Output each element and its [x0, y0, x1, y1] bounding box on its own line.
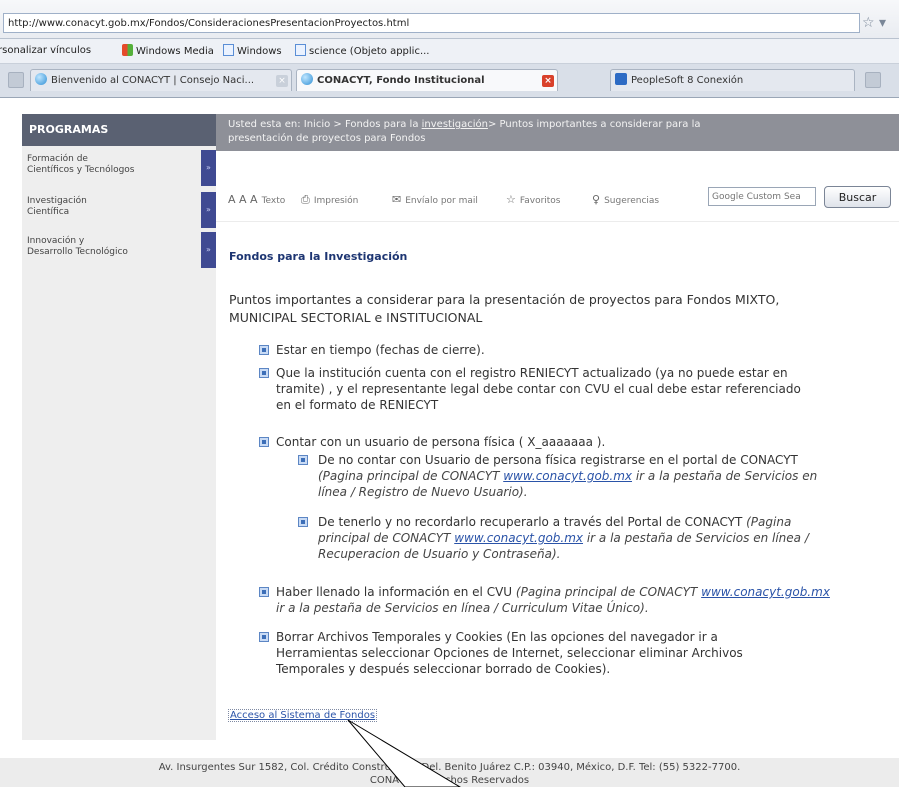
page-icon — [223, 44, 234, 56]
url-field[interactable]: http://www.conacyt.gob.mx/Fondos/Conside… — [3, 13, 860, 33]
email-button[interactable]: ✉ Envíalo por mail — [392, 193, 478, 206]
list-item: De no contar con Usuario de persona físi… — [318, 453, 818, 499]
bookmark-personalize[interactable]: rsonalizar vínculos — [0, 44, 91, 58]
bookmark-science[interactable]: science (Objeto applic... — [295, 44, 430, 58]
bookmark-windows[interactable]: Windows — [223, 44, 282, 58]
peoplesoft-icon — [615, 73, 627, 85]
list-item: Borrar Archivos Temporales y Cookies (En… — [276, 630, 743, 676]
list-item: Haber llenado la información en el CVU (… — [276, 585, 830, 615]
sidebar-item-formacion[interactable]: Formación de Científicos y Tecnólogos » — [22, 150, 216, 186]
ie-globe-icon — [35, 73, 47, 85]
page-icon — [295, 44, 306, 56]
print-button[interactable]: ⎙ Impresión — [301, 193, 358, 207]
new-tab-icon[interactable] — [865, 72, 881, 88]
tab-strip: Bienvenido al CONACYT | Consejo Naci... … — [0, 64, 899, 98]
bullet-icon — [259, 587, 269, 597]
bullet-icon — [259, 437, 269, 447]
printer-icon: ⎙ — [301, 193, 310, 206]
close-tab-icon[interactable]: × — [542, 75, 554, 87]
bullet-icon — [259, 632, 269, 642]
breadcrumb: Usted esta en: Inicio > Fondos para la i… — [216, 114, 899, 151]
sidebar-title: PROGRAMAS — [22, 114, 216, 146]
footer: Av. Insurgentes Sur 1582, Col. Crédito C… — [0, 758, 899, 787]
bookmark-windows-media[interactable]: Windows Media — [122, 44, 214, 58]
sidebar-item-investigacion[interactable]: Investigación Científica » — [22, 192, 216, 228]
tab-list-icon[interactable] — [8, 72, 24, 88]
breadcrumb-link-investigacion[interactable]: investigación — [422, 119, 488, 130]
search-input[interactable] — [708, 187, 816, 206]
close-tab-icon[interactable]: × — [276, 75, 288, 87]
list-item: De tenerlo y no recordarlo recuperarlo a… — [318, 515, 809, 561]
text-size-icon: A A A — [228, 193, 258, 206]
envelope-icon: ✉ — [392, 193, 402, 206]
favorite-star-icon[interactable]: ☆ ▾ — [862, 14, 892, 32]
search-button[interactable]: Buscar — [824, 186, 891, 208]
bullet-icon — [259, 345, 269, 355]
favorites-button[interactable]: ☆ Favoritos — [506, 193, 561, 206]
expand-arrow-icon[interactable]: » — [201, 150, 216, 186]
ie-globe-icon — [301, 73, 313, 85]
bullet-icon — [298, 455, 308, 465]
list-item: Que la institución cuenta con el registr… — [276, 366, 801, 412]
lightbulb-icon: ♀ — [592, 193, 601, 206]
bullet-icon — [259, 368, 269, 378]
tab-peoplesoft[interactable]: PeopleSoft 8 Conexión — [610, 69, 855, 91]
text-size-button[interactable]: A A A Texto — [228, 193, 285, 206]
links-toolbar: rsonalizar vínculos Windows Media Window… — [0, 39, 899, 64]
access-system-link[interactable]: Acceso al Sistema de Fondos — [228, 709, 378, 722]
page-title: Fondos para la Investigación — [229, 250, 408, 263]
tab-bienvenido[interactable]: Bienvenido al CONACYT | Consejo Naci... … — [30, 69, 292, 91]
bullet-icon — [298, 517, 308, 527]
sidebar: Formación de Científicos y Tecnólogos » … — [22, 146, 216, 740]
list-item: Estar en tiempo (fechas de cierre). — [276, 343, 485, 357]
list-item: Contar con un usuario de persona física … — [276, 435, 606, 449]
windows-flag-icon — [122, 44, 133, 56]
intro-text: Puntos importantes a considerar para la … — [229, 292, 780, 325]
conacyt-link[interactable]: www.conacyt.gob.mx — [503, 469, 632, 483]
star-icon: ☆ — [506, 193, 516, 206]
suggestions-button[interactable]: ♀ Sugerencias — [592, 193, 659, 206]
conacyt-link[interactable]: www.conacyt.gob.mx — [454, 531, 583, 545]
address-bar: http://www.conacyt.gob.mx/Fondos/Conside… — [0, 0, 899, 39]
expand-arrow-icon[interactable]: » — [201, 192, 216, 228]
conacyt-link[interactable]: www.conacyt.gob.mx — [701, 585, 830, 599]
expand-arrow-icon[interactable]: » — [201, 232, 216, 268]
sidebar-item-innovacion[interactable]: Innovación y Desarrollo Tecnológico » — [22, 232, 216, 268]
tab-fondo-institucional[interactable]: CONACYT, Fondo Institucional × — [296, 69, 558, 91]
